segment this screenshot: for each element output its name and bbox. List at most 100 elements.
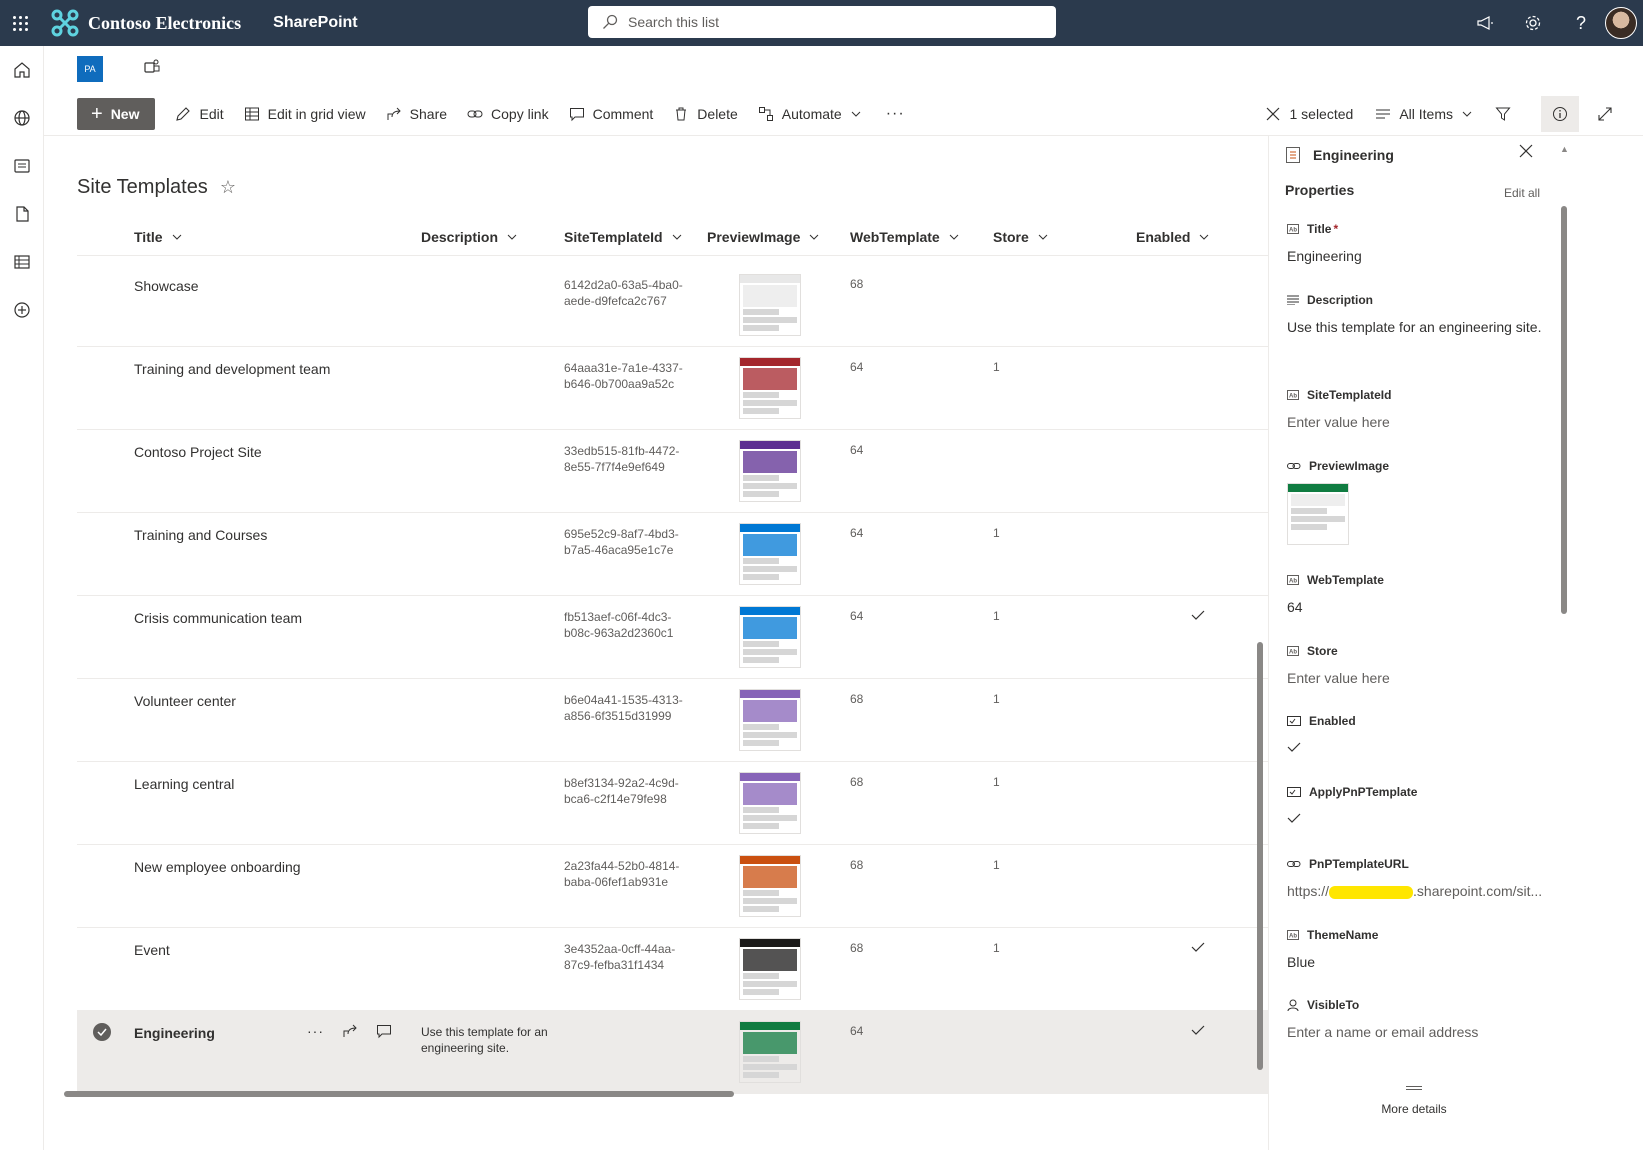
panel-scrollbar[interactable] xyxy=(1561,206,1567,614)
table-row[interactable]: New employee onboarding 2a23fa44-52b0-481… xyxy=(77,845,1273,928)
cell-title[interactable]: Engineering xyxy=(134,1025,215,1041)
column-header-title[interactable]: Title xyxy=(134,229,183,245)
row-selected-check-icon[interactable] xyxy=(93,1023,111,1041)
table-row[interactable]: Learning central b8ef3134-92a2-4c9d-bca6-… xyxy=(77,762,1273,845)
copy-link-button[interactable]: Copy link xyxy=(467,106,549,122)
field-store[interactable]: Ab Store Enter value here xyxy=(1287,644,1547,686)
site-logo[interactable]: PA xyxy=(77,56,103,82)
more-details-toggle[interactable]: More details xyxy=(1381,1086,1447,1116)
avatar[interactable] xyxy=(1605,7,1637,39)
share-button[interactable]: Share xyxy=(386,106,447,122)
field-value[interactable]: https:// .sharepoint.com/sit... xyxy=(1287,883,1547,899)
cell-title[interactable]: New employee onboarding xyxy=(134,859,301,875)
field-value: Engineering xyxy=(1287,248,1362,264)
cell-preview-thumbnail[interactable] xyxy=(739,440,801,502)
app-name[interactable]: SharePoint xyxy=(273,14,357,32)
home-icon[interactable] xyxy=(0,46,44,94)
table-row[interactable]: ··· Engineering Use this template for an e… xyxy=(77,1011,1273,1094)
search-input[interactable]: Search this list xyxy=(588,6,1056,38)
filter-icon[interactable] xyxy=(1495,106,1519,122)
cell-title[interactable]: Training and Courses xyxy=(134,527,267,543)
field-visibleto[interactable]: VisibleTo Enter a name or email address xyxy=(1287,998,1547,1040)
cell-title[interactable]: Training and development team xyxy=(134,361,330,377)
field-sitetemplateid[interactable]: Ab SiteTemplateId Enter value here xyxy=(1287,388,1547,430)
column-header-enabled[interactable]: Enabled xyxy=(1136,229,1210,245)
cell-preview-thumbnail[interactable] xyxy=(739,357,801,419)
scroll-up-icon[interactable]: ▲ xyxy=(1560,144,1569,154)
edit-button[interactable]: Edit xyxy=(175,106,224,122)
field-applypnptemplate[interactable]: ApplyPnPTemplate xyxy=(1287,785,1547,827)
list-icon[interactable] xyxy=(0,238,44,286)
gear-icon[interactable] xyxy=(1509,0,1557,46)
new-button[interactable]: + New xyxy=(77,97,156,130)
view-switcher[interactable]: All Items xyxy=(1375,106,1473,122)
cell-title[interactable]: Showcase xyxy=(134,278,199,294)
column-header-webtemplate[interactable]: WebTemplate xyxy=(850,229,960,245)
globe-icon[interactable] xyxy=(0,94,44,142)
add-circle-icon[interactable] xyxy=(0,286,44,334)
horizontal-scrollbar[interactable] xyxy=(64,1091,734,1097)
field-pnptemplateurl[interactable]: PnPTemplateURL https:// .sharepoint.com/s… xyxy=(1287,857,1547,899)
clear-selection-button[interactable]: 1 selected xyxy=(1265,106,1353,122)
table-row[interactable]: Contoso Project Site 33edb515-81fb-4472- 8… xyxy=(77,430,1273,513)
checkmark-icon xyxy=(1287,740,1547,756)
vertical-scrollbar[interactable] xyxy=(1256,136,1264,1088)
close-panel-icon[interactable] xyxy=(1519,144,1533,163)
field-previewimage[interactable]: PreviewImage xyxy=(1287,459,1547,545)
table-row[interactable]: Training and Courses 695e52c9-8af7-4bd3- b… xyxy=(77,513,1273,596)
table-row[interactable]: Training and development team 64aaa31e-7a… xyxy=(77,347,1273,430)
info-icon[interactable] xyxy=(1541,96,1579,132)
table-row[interactable]: Crisis communication team fb513aef-c06f-4… xyxy=(77,596,1273,679)
megaphone-icon[interactable] xyxy=(1461,0,1509,46)
cell-preview-thumbnail[interactable] xyxy=(739,855,801,917)
automate-button[interactable]: Automate xyxy=(758,106,862,122)
more-commands-button[interactable]: ··· xyxy=(886,105,905,123)
field-enabled[interactable]: Enabled xyxy=(1287,714,1547,756)
column-header-sitetemplateid[interactable]: SiteTemplateId xyxy=(564,229,683,245)
help-icon[interactable]: ? xyxy=(1557,0,1605,46)
cell-preview-thumbnail[interactable] xyxy=(739,274,801,336)
cell-title[interactable]: Event xyxy=(134,942,170,958)
edit-grid-button[interactable]: Edit in grid view xyxy=(244,106,366,122)
column-header-previewimage[interactable]: PreviewImage xyxy=(707,229,820,245)
cell-preview-thumbnail[interactable] xyxy=(739,689,801,751)
field-themename[interactable]: Ab ThemeName Blue xyxy=(1287,928,1547,970)
edit-all-link[interactable]: Edit all xyxy=(1504,186,1540,200)
comment-button[interactable]: Comment xyxy=(569,106,653,122)
command-bar: + New Edit Edit in grid view Share Copy l… xyxy=(44,92,1643,136)
expand-icon[interactable] xyxy=(1597,106,1621,122)
favorite-star-icon[interactable]: ☆ xyxy=(220,177,236,198)
document-icon[interactable] xyxy=(0,190,44,238)
teams-icon[interactable] xyxy=(143,58,161,81)
app-launcher-icon[interactable] xyxy=(0,0,40,46)
edit-grid-label: Edit in grid view xyxy=(267,105,366,122)
share-icon[interactable] xyxy=(342,1023,358,1039)
more-options-icon[interactable]: ··· xyxy=(307,1023,324,1039)
cell-preview-thumbnail[interactable] xyxy=(739,938,801,1000)
field-description[interactable]: Description Use this template for an eng… xyxy=(1287,293,1547,335)
cell-preview-thumbnail[interactable] xyxy=(739,1021,801,1083)
cell-title[interactable]: Crisis communication team xyxy=(134,610,302,626)
preview-thumbnail[interactable] xyxy=(1287,483,1349,545)
cell-store: 1 xyxy=(993,775,1000,789)
cell-store: 1 xyxy=(993,360,1000,374)
table-row[interactable]: Showcase 6142d2a0-63a5-4ba0- aede-d9fefca2… xyxy=(77,264,1273,347)
brand[interactable]: Contoso Electronics xyxy=(50,8,241,38)
table-row[interactable]: Event 3e4352aa-0cff-44aa- 87c9-fefba31f143… xyxy=(77,928,1273,1011)
field-title[interactable]: Ab Title * Engineering xyxy=(1287,222,1547,264)
table-row[interactable]: Volunteer center b6e04a41-1535-4313- a856-… xyxy=(77,679,1273,762)
list-item-icon xyxy=(1286,147,1300,163)
cell-preview-thumbnail[interactable] xyxy=(739,772,801,834)
cell-webtemplate: 68 xyxy=(850,941,864,955)
delete-button[interactable]: Delete xyxy=(673,106,738,122)
cell-preview-thumbnail[interactable] xyxy=(739,523,801,585)
column-header-store[interactable]: Store xyxy=(993,229,1049,245)
cell-title[interactable]: Volunteer center xyxy=(134,693,236,709)
cell-title[interactable]: Learning central xyxy=(134,776,234,792)
news-icon[interactable] xyxy=(0,142,44,190)
cell-title[interactable]: Contoso Project Site xyxy=(134,444,262,460)
cell-preview-thumbnail[interactable] xyxy=(739,606,801,668)
field-webtemplate[interactable]: Ab WebTemplate 64 xyxy=(1287,573,1547,615)
comment-icon[interactable] xyxy=(376,1023,392,1039)
column-header-description[interactable]: Description xyxy=(421,229,518,245)
